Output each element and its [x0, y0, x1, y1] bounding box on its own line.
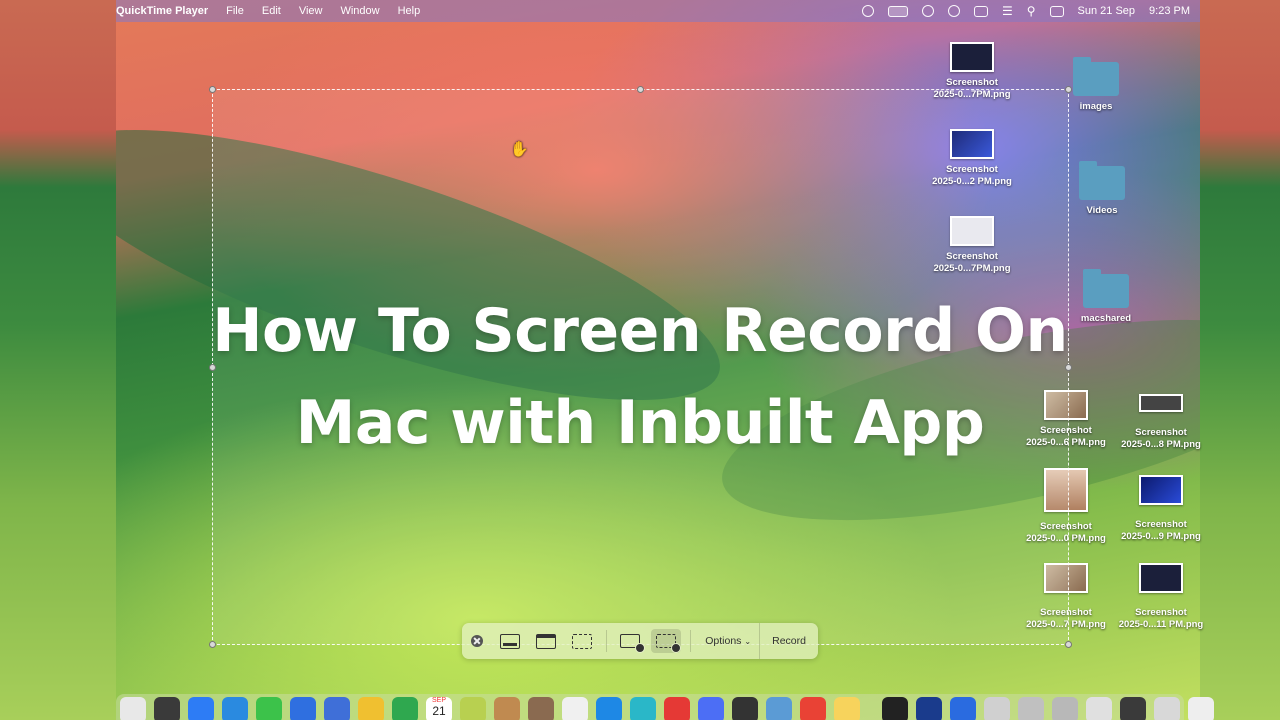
- dock-app-icon[interactable]: [1188, 697, 1214, 720]
- status-icon[interactable]: [861, 5, 874, 17]
- menu-edit[interactable]: Edit: [262, 5, 281, 17]
- screenshot-toolbar: Options ⌄ Record: [462, 623, 818, 659]
- record-selection-button[interactable]: [651, 629, 682, 653]
- search-icon[interactable]: ⚲: [1027, 4, 1036, 18]
- file-thumbnail: [950, 42, 994, 72]
- dock-app-icon[interactable]: [222, 697, 248, 720]
- dock-app-icon[interactable]: [732, 697, 758, 720]
- options-button[interactable]: Options ⌄: [697, 635, 759, 647]
- toolbar-divider: [690, 630, 692, 652]
- hand-cursor-icon: ✋: [510, 141, 529, 158]
- dock-app-icon[interactable]: [596, 697, 622, 720]
- dock-app-icon[interactable]: [290, 697, 316, 720]
- capture-window-button[interactable]: [531, 629, 561, 653]
- dock-app-icon[interactable]: [120, 697, 146, 720]
- resize-handle[interactable]: [637, 86, 644, 93]
- menu-view[interactable]: View: [299, 5, 323, 17]
- user-icon[interactable]: [947, 5, 960, 17]
- dock: SEP 21: [116, 694, 1214, 720]
- file-name: Screenshot: [1135, 607, 1187, 618]
- dock-app-icon[interactable]: [528, 697, 554, 720]
- resize-handle[interactable]: [209, 86, 216, 93]
- record-screen-icon: [620, 634, 646, 653]
- dock-calendar-icon[interactable]: SEP 21: [426, 697, 452, 720]
- dock-app-icon[interactable]: [800, 697, 826, 720]
- dock-app-icon[interactable]: [630, 697, 656, 720]
- file-thumbnail: [1139, 563, 1183, 593]
- resize-handle[interactable]: [209, 641, 216, 648]
- app-menu[interactable]: QuickTime Player: [116, 5, 208, 17]
- capture-entire-screen-button[interactable]: [495, 629, 525, 653]
- dock-app-icon[interactable]: [392, 697, 418, 720]
- dock-app-icon[interactable]: [1052, 697, 1078, 720]
- menubar-date[interactable]: Sun 21 Sep: [1078, 5, 1136, 17]
- screen-icon: [499, 633, 520, 649]
- dock-app-icon[interactable]: [882, 697, 908, 720]
- record-selection-icon: [656, 634, 682, 653]
- file-name: 2025-0...11 PM.png: [1118, 619, 1204, 630]
- folder-icon: [1079, 161, 1125, 200]
- dock-app-icon[interactable]: [562, 697, 588, 720]
- selection-icon: [571, 633, 592, 649]
- file-name: 2025-0...9 PM.png: [1121, 531, 1201, 542]
- menu-help[interactable]: Help: [398, 5, 421, 17]
- video-title-line1: How To Screen Record On: [212, 296, 1068, 366]
- record-button[interactable]: Record: [759, 623, 818, 659]
- dock-app-icon[interactable]: [358, 697, 384, 720]
- menu-window[interactable]: Window: [340, 5, 379, 17]
- dock-app-icon[interactable]: [1086, 697, 1112, 720]
- resize-handle[interactable]: [1065, 641, 1072, 648]
- dock-app-icon[interactable]: [834, 697, 860, 720]
- record-entire-screen-button[interactable]: [616, 629, 646, 653]
- dock-app-icon[interactable]: [766, 697, 792, 720]
- desktop-file[interactable]: Screenshot 2025-0...9 PM.png: [1113, 475, 1209, 543]
- dock-app-icon[interactable]: [494, 697, 520, 720]
- dock-app-icon[interactable]: [984, 697, 1010, 720]
- dock-app-icon[interactable]: [460, 697, 486, 720]
- calendar-month: SEP: [431, 697, 446, 704]
- file-thumbnail: [1139, 475, 1183, 505]
- video-title-line2: Mac with Inbuilt App: [295, 388, 985, 458]
- dock-app-icon[interactable]: [1018, 697, 1044, 720]
- capture-selection-area[interactable]: [209, 86, 1072, 648]
- battery-icon[interactable]: [973, 5, 988, 17]
- close-icon[interactable]: [471, 635, 483, 647]
- dock-app-icon[interactable]: [698, 697, 724, 720]
- dock-app-icon[interactable]: [1154, 697, 1180, 720]
- calendar-day: 21: [432, 704, 446, 718]
- desktop-file[interactable]: Screenshot 2025-0...11 PM.png: [1113, 563, 1209, 631]
- dock-app-icon[interactable]: [950, 697, 976, 720]
- file-name: Screenshot: [946, 77, 998, 88]
- folder-label: Videos: [1086, 205, 1118, 216]
- dock-app-icon[interactable]: [154, 697, 180, 720]
- window-icon: [535, 633, 556, 649]
- dock-app-icon[interactable]: [256, 697, 282, 720]
- options-label: Options: [705, 635, 742, 647]
- resize-handle[interactable]: [1065, 86, 1072, 93]
- dock-app-icon[interactable]: [1120, 697, 1146, 720]
- dock-app-icon[interactable]: [664, 697, 690, 720]
- folder-label: images: [1079, 101, 1113, 112]
- file-name: Screenshot: [1135, 519, 1187, 530]
- menu-file[interactable]: File: [226, 5, 244, 17]
- menubar-time[interactable]: 9:23 PM: [1149, 5, 1190, 17]
- play-icon[interactable]: [921, 5, 934, 17]
- dock-app-icon[interactable]: [188, 697, 214, 720]
- capture-selection-button[interactable]: [567, 629, 597, 653]
- toolbar-divider: [605, 630, 607, 652]
- dock-app-icon[interactable]: [916, 697, 942, 720]
- folder-icon: [1073, 57, 1119, 96]
- chevron-down-icon: ⌄: [744, 636, 752, 646]
- screen-mirroring-icon[interactable]: [887, 5, 908, 17]
- control-center-icon[interactable]: [1049, 5, 1064, 17]
- dock-app-icon[interactable]: [324, 697, 350, 720]
- menu-bar: QuickTime Player File Edit View Window H…: [116, 0, 1200, 22]
- wifi-icon[interactable]: ☰: [1002, 4, 1013, 18]
